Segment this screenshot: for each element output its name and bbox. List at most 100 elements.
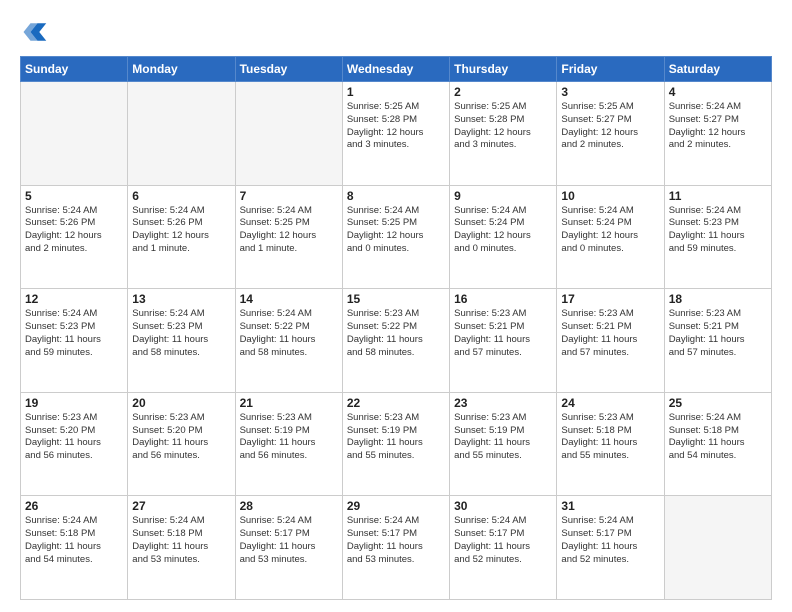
day-info: Sunrise: 5:24 AM Sunset: 5:25 PM Dayligh…	[347, 205, 445, 256]
day-number: 11	[669, 189, 767, 203]
day-info: Sunrise: 5:24 AM Sunset: 5:22 PM Dayligh…	[240, 308, 338, 359]
calendar-cell: 10Sunrise: 5:24 AM Sunset: 5:24 PM Dayli…	[557, 185, 664, 289]
weekday-monday: Monday	[128, 57, 235, 82]
day-number: 22	[347, 396, 445, 410]
day-number: 15	[347, 292, 445, 306]
day-number: 19	[25, 396, 123, 410]
day-info: Sunrise: 5:24 AM Sunset: 5:17 PM Dayligh…	[454, 515, 552, 566]
day-number: 9	[454, 189, 552, 203]
calendar-cell: 19 Sunrise: 5:23 AM Sunset: 5:20 PM Dayli…	[21, 392, 128, 496]
page: SundayMondayTuesdayWednesdayThursdayFrid…	[0, 0, 792, 612]
day-number: 21	[240, 396, 338, 410]
day-info: Sunrise: 5:24 AM Sunset: 5:23 PM Dayligh…	[132, 308, 230, 359]
day-number: 28	[240, 499, 338, 513]
calendar-cell	[128, 82, 235, 186]
day-info: Sunrise: 5:23 AM Sunset: 5:20 PM Dayligh…	[25, 412, 123, 463]
day-number: 8	[347, 189, 445, 203]
logo-icon	[20, 18, 48, 46]
calendar-cell: 17 Sunrise: 5:23 AM Sunset: 5:21 PM Dayli…	[557, 289, 664, 393]
calendar-cell: 24Sunrise: 5:23 AM Sunset: 5:18 PM Dayli…	[557, 392, 664, 496]
day-number: 12	[25, 292, 123, 306]
calendar-cell: 7 Sunrise: 5:24 AM Sunset: 5:25 PM Daylig…	[235, 185, 342, 289]
day-info: Sunrise: 5:25 AM Sunset: 5:27 PM Dayligh…	[561, 101, 659, 152]
day-info: Sunrise: 5:23 AM Sunset: 5:21 PM Dayligh…	[454, 308, 552, 359]
day-info: Sunrise: 5:24 AM Sunset: 5:27 PM Dayligh…	[669, 101, 767, 152]
calendar-cell: 13 Sunrise: 5:24 AM Sunset: 5:23 PM Dayli…	[128, 289, 235, 393]
day-number: 26	[25, 499, 123, 513]
day-number: 4	[669, 85, 767, 99]
day-number: 13	[132, 292, 230, 306]
calendar-cell: 22 Sunrise: 5:23 AM Sunset: 5:19 PM Dayli…	[342, 392, 449, 496]
week-row-3: 19 Sunrise: 5:23 AM Sunset: 5:20 PM Dayli…	[21, 392, 772, 496]
day-info: Sunrise: 5:25 AM Sunset: 5:28 PM Dayligh…	[454, 101, 552, 152]
calendar-cell: 28 Sunrise: 5:24 AM Sunset: 5:17 PM Dayli…	[235, 496, 342, 600]
calendar-cell: 16Sunrise: 5:23 AM Sunset: 5:21 PM Dayli…	[450, 289, 557, 393]
day-info: Sunrise: 5:24 AM Sunset: 5:17 PM Dayligh…	[347, 515, 445, 566]
calendar-cell	[21, 82, 128, 186]
day-number: 1	[347, 85, 445, 99]
day-number: 6	[132, 189, 230, 203]
day-info: Sunrise: 5:24 AM Sunset: 5:24 PM Dayligh…	[561, 205, 659, 256]
weekday-tuesday: Tuesday	[235, 57, 342, 82]
day-info: Sunrise: 5:24 AM Sunset: 5:18 PM Dayligh…	[669, 412, 767, 463]
calendar-cell: 8 Sunrise: 5:24 AM Sunset: 5:25 PM Daylig…	[342, 185, 449, 289]
day-info: Sunrise: 5:24 AM Sunset: 5:23 PM Dayligh…	[25, 308, 123, 359]
day-info: Sunrise: 5:24 AM Sunset: 5:25 PM Dayligh…	[240, 205, 338, 256]
calendar-cell	[664, 496, 771, 600]
weekday-thursday: Thursday	[450, 57, 557, 82]
day-info: Sunrise: 5:25 AM Sunset: 5:28 PM Dayligh…	[347, 101, 445, 152]
day-number: 27	[132, 499, 230, 513]
calendar-table: SundayMondayTuesdayWednesdayThursdayFrid…	[20, 56, 772, 600]
day-number: 17	[561, 292, 659, 306]
header	[20, 18, 772, 46]
calendar-cell: 5Sunrise: 5:24 AM Sunset: 5:26 PM Daylig…	[21, 185, 128, 289]
weekday-header-row: SundayMondayTuesdayWednesdayThursdayFrid…	[21, 57, 772, 82]
calendar-cell: 6 Sunrise: 5:24 AM Sunset: 5:26 PM Daylig…	[128, 185, 235, 289]
calendar-cell	[235, 82, 342, 186]
day-info: Sunrise: 5:23 AM Sunset: 5:21 PM Dayligh…	[561, 308, 659, 359]
day-info: Sunrise: 5:23 AM Sunset: 5:20 PM Dayligh…	[132, 412, 230, 463]
calendar-cell: 18 Sunrise: 5:23 AM Sunset: 5:21 PM Dayli…	[664, 289, 771, 393]
week-row-4: 26 Sunrise: 5:24 AM Sunset: 5:18 PM Dayli…	[21, 496, 772, 600]
calendar-cell: 14 Sunrise: 5:24 AM Sunset: 5:22 PM Dayli…	[235, 289, 342, 393]
day-number: 30	[454, 499, 552, 513]
day-info: Sunrise: 5:23 AM Sunset: 5:19 PM Dayligh…	[347, 412, 445, 463]
day-number: 31	[561, 499, 659, 513]
day-number: 25	[669, 396, 767, 410]
calendar-cell: 30 Sunrise: 5:24 AM Sunset: 5:17 PM Dayli…	[450, 496, 557, 600]
calendar-cell: 26 Sunrise: 5:24 AM Sunset: 5:18 PM Dayli…	[21, 496, 128, 600]
day-info: Sunrise: 5:24 AM Sunset: 5:24 PM Dayligh…	[454, 205, 552, 256]
day-info: Sunrise: 5:23 AM Sunset: 5:19 PM Dayligh…	[454, 412, 552, 463]
calendar-cell: 12 Sunrise: 5:24 AM Sunset: 5:23 PM Dayli…	[21, 289, 128, 393]
calendar-cell: 1 Sunrise: 5:25 AM Sunset: 5:28 PM Daylig…	[342, 82, 449, 186]
calendar-cell: 25 Sunrise: 5:24 AM Sunset: 5:18 PM Dayli…	[664, 392, 771, 496]
calendar-cell: 21 Sunrise: 5:23 AM Sunset: 5:19 PM Dayli…	[235, 392, 342, 496]
day-number: 23	[454, 396, 552, 410]
calendar-cell: 9 Sunrise: 5:24 AM Sunset: 5:24 PM Daylig…	[450, 185, 557, 289]
calendar-cell: 20Sunrise: 5:23 AM Sunset: 5:20 PM Dayli…	[128, 392, 235, 496]
day-info: Sunrise: 5:23 AM Sunset: 5:19 PM Dayligh…	[240, 412, 338, 463]
calendar-cell: 4 Sunrise: 5:24 AM Sunset: 5:27 PM Daylig…	[664, 82, 771, 186]
day-info: Sunrise: 5:23 AM Sunset: 5:21 PM Dayligh…	[669, 308, 767, 359]
day-info: Sunrise: 5:24 AM Sunset: 5:26 PM Dayligh…	[132, 205, 230, 256]
day-number: 29	[347, 499, 445, 513]
day-number: 24	[561, 396, 659, 410]
day-info: Sunrise: 5:24 AM Sunset: 5:17 PM Dayligh…	[561, 515, 659, 566]
calendar-cell: 31 Sunrise: 5:24 AM Sunset: 5:17 PM Dayli…	[557, 496, 664, 600]
logo	[20, 18, 52, 46]
day-number: 14	[240, 292, 338, 306]
day-number: 7	[240, 189, 338, 203]
day-info: Sunrise: 5:24 AM Sunset: 5:18 PM Dayligh…	[132, 515, 230, 566]
day-info: Sunrise: 5:24 AM Sunset: 5:18 PM Dayligh…	[25, 515, 123, 566]
day-info: Sunrise: 5:24 AM Sunset: 5:23 PM Dayligh…	[669, 205, 767, 256]
day-info: Sunrise: 5:23 AM Sunset: 5:22 PM Dayligh…	[347, 308, 445, 359]
day-number: 18	[669, 292, 767, 306]
calendar-cell: 2Sunrise: 5:25 AM Sunset: 5:28 PM Daylig…	[450, 82, 557, 186]
calendar-cell: 29 Sunrise: 5:24 AM Sunset: 5:17 PM Dayli…	[342, 496, 449, 600]
day-info: Sunrise: 5:24 AM Sunset: 5:17 PM Dayligh…	[240, 515, 338, 566]
calendar-cell: 27 Sunrise: 5:24 AM Sunset: 5:18 PM Dayli…	[128, 496, 235, 600]
calendar-cell: 23 Sunrise: 5:23 AM Sunset: 5:19 PM Dayli…	[450, 392, 557, 496]
weekday-wednesday: Wednesday	[342, 57, 449, 82]
week-row-1: 5Sunrise: 5:24 AM Sunset: 5:26 PM Daylig…	[21, 185, 772, 289]
day-number: 3	[561, 85, 659, 99]
